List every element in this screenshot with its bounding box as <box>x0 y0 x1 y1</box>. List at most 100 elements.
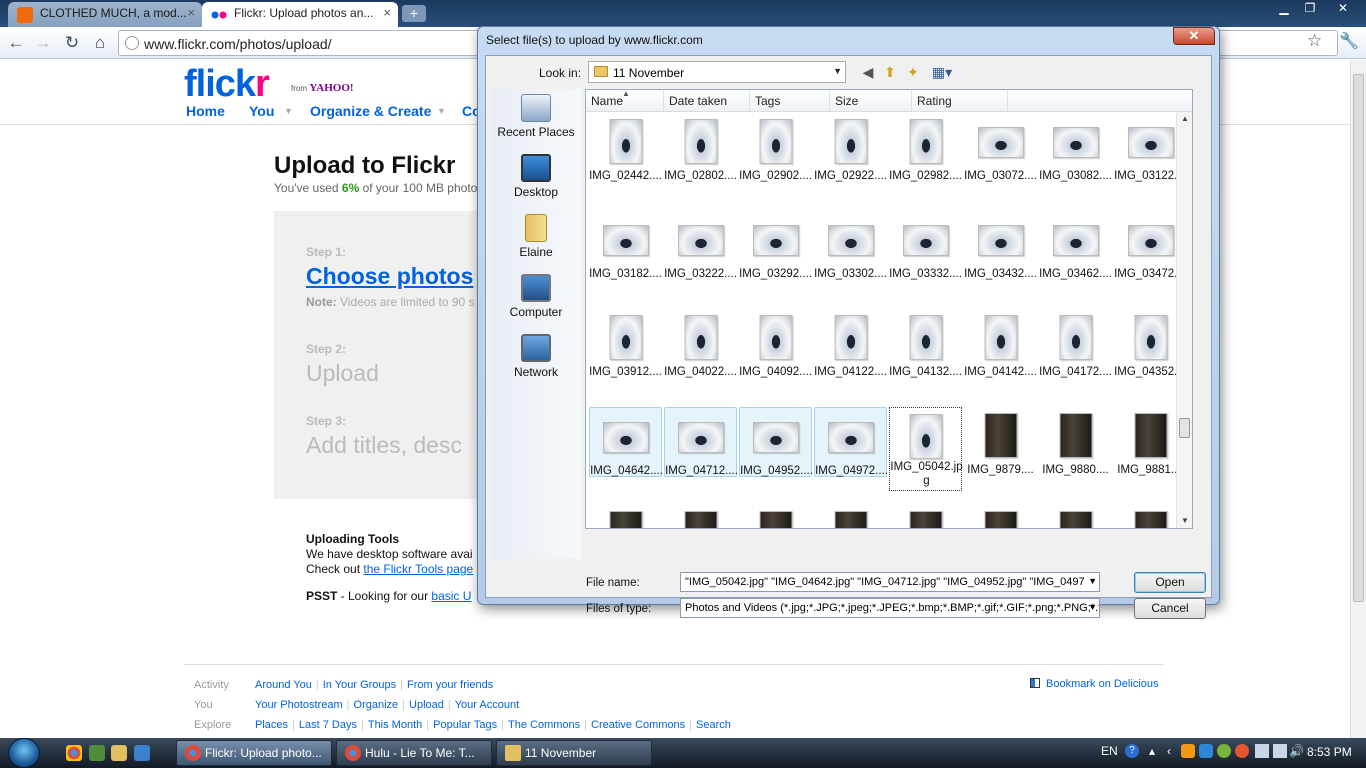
taskbar-11-november-window[interactable]: 11 November <box>496 740 652 766</box>
place-computer[interactable]: Computer <box>491 274 581 319</box>
footer-link[interactable]: Search <box>696 719 731 731</box>
place-recent-places[interactable]: Recent Places <box>491 94 581 139</box>
new-tab-button[interactable]: + <box>402 5 426 22</box>
place-network[interactable]: Network <box>491 334 581 379</box>
place-desktop[interactable]: Desktop <box>491 154 581 199</box>
file-thumbnail[interactable]: IMG_04132.... <box>889 309 962 379</box>
file-thumbnail[interactable]: IMG_04172.... <box>1039 309 1112 379</box>
maximize-button[interactable]: ❐ <box>1297 0 1323 18</box>
file-thumbnail[interactable]: IMG_03332.... <box>889 211 962 281</box>
footer-link[interactable]: Places <box>255 719 288 731</box>
file-thumbnail[interactable] <box>964 505 1037 528</box>
tab-close-icon[interactable]: × <box>187 5 195 20</box>
reload-icon[interactable]: ↻ <box>61 33 83 53</box>
footer-link[interactable]: Your Account <box>455 699 519 711</box>
column-size[interactable]: Size <box>830 90 912 112</box>
file-thumbnail[interactable]: IMG_03432.... <box>964 211 1037 281</box>
chevron-left-icon[interactable]: ‹ <box>1167 744 1171 758</box>
file-thumbnail[interactable] <box>1039 505 1112 528</box>
scroll-down-icon[interactable]: ▼ <box>1181 516 1189 525</box>
up-folder-icon[interactable]: ⬆ <box>881 63 899 81</box>
window-close-button[interactable]: ✕ <box>1328 0 1358 18</box>
bookmark-star-icon[interactable]: ☆ <box>1307 31 1322 51</box>
file-type-select[interactable]: Photos and Videos (*.jpg;*.JPG;*.jpeg;*.… <box>680 598 1100 618</box>
language-indicator[interactable]: EN <box>1101 744 1118 758</box>
footer-link[interactable]: Your Photostream <box>255 699 343 711</box>
file-thumbnail[interactable]: IMG_04022.... <box>664 309 737 379</box>
tray-status-icon[interactable] <box>1217 744 1231 758</box>
footer-link[interactable]: Creative Commons <box>591 719 685 731</box>
nav-you[interactable]: You <box>249 103 274 119</box>
dialog-close-button[interactable]: ✕ <box>1173 27 1215 45</box>
file-name-input[interactable]: "IMG_05042.jpg" "IMG_04642.jpg" "IMG_047… <box>680 572 1100 592</box>
page-scrollbar[interactable] <box>1350 60 1366 738</box>
tray-notification-icon[interactable] <box>1235 744 1249 758</box>
dropbox-icon[interactable] <box>1199 744 1213 758</box>
file-thumbnail[interactable]: IMG_03292.... <box>739 211 812 281</box>
file-thumbnail[interactable]: IMG_04712.... <box>664 407 738 477</box>
browser-tab-clothed-much[interactable]: CLOTHED MUCH, a mod... × <box>8 2 202 27</box>
file-thumbnail[interactable] <box>889 505 962 528</box>
view-menu-icon[interactable]: ▦▾ <box>929 63 955 81</box>
show-desktop-icon[interactable] <box>89 745 105 761</box>
back-icon[interactable]: ◀ <box>859 63 877 81</box>
choose-photos-link[interactable]: Choose photos <box>306 263 473 290</box>
cancel-button[interactable]: Cancel <box>1134 598 1206 619</box>
flickr-tools-link[interactable]: the Flickr Tools page <box>363 562 473 576</box>
volume-icon[interactable]: 🔊 <box>1289 744 1304 758</box>
file-thumbnail[interactable]: IMG_04972.... <box>814 407 888 477</box>
forward-arrow-icon[interactable]: → <box>32 33 54 53</box>
file-thumbnail[interactable]: IMG_03462.... <box>1039 211 1112 281</box>
page-scrollbar-thumb[interactable] <box>1353 74 1364 602</box>
taskbar-flickr-window[interactable]: Flickr: Upload photo... <box>176 740 332 766</box>
taskbar-hulu-window[interactable]: Hulu - Lie To Me: T... <box>336 740 492 766</box>
file-thumbnail[interactable]: IMG_03302.... <box>814 211 887 281</box>
file-thumbnail[interactable]: IMG_02922.... <box>814 113 887 183</box>
tray-arrow-icon[interactable]: ▴ <box>1149 744 1155 758</box>
file-thumbnail[interactable]: IMG_02982.... <box>889 113 962 183</box>
browser-tab-flickr[interactable]: Flickr: Upload photos an... × <box>202 2 398 27</box>
file-list-scrollbar-thumb[interactable] <box>1179 418 1190 438</box>
file-thumbnail[interactable]: IMG_9880.... <box>1039 407 1112 477</box>
help-icon[interactable]: ? <box>1125 744 1139 758</box>
switch-windows-icon[interactable] <box>134 745 150 761</box>
file-thumbnail[interactable] <box>664 505 737 528</box>
footer-link[interactable]: Last 7 Days <box>299 719 357 731</box>
file-thumbnail[interactable]: IMG_04092.... <box>739 309 812 379</box>
footer-link[interactable]: Popular Tags <box>433 719 497 731</box>
footer-link[interactable]: Around You <box>255 679 312 691</box>
look-in-dropdown[interactable]: 11 November ▼ <box>588 61 846 83</box>
footer-link[interactable]: This Month <box>368 719 422 731</box>
footer-link[interactable]: Upload <box>409 699 444 711</box>
file-thumbnail[interactable] <box>739 505 812 528</box>
footer-link[interactable]: The Commons <box>508 719 580 731</box>
chevron-down-icon[interactable]: ▼ <box>1088 576 1097 586</box>
file-thumbnail[interactable]: IMG_04142.... <box>964 309 1037 379</box>
file-thumbnail[interactable]: IMG_03072.... <box>964 113 1037 183</box>
wrench-menu-icon[interactable]: 🔧 <box>1339 31 1359 51</box>
start-button[interactable] <box>8 738 40 768</box>
column-tags[interactable]: Tags <box>750 90 830 112</box>
open-button[interactable]: Open <box>1134 572 1206 593</box>
nav-organize-create[interactable]: Organize & Create <box>310 103 431 119</box>
clock[interactable]: 8:53 PM <box>1307 745 1352 759</box>
footer-link[interactable]: Organize <box>354 699 399 711</box>
column-name[interactable]: ▲ Name <box>586 90 664 112</box>
nav-organize-dropdown-icon[interactable]: ▼ <box>437 106 446 116</box>
basic-uploader-link[interactable]: basic U <box>431 589 471 603</box>
file-thumbnail[interactable]: IMG_03222.... <box>664 211 737 281</box>
minimize-button[interactable]: ▁ <box>1271 0 1297 18</box>
file-thumbnail[interactable]: IMG_02442.... <box>589 113 662 183</box>
file-thumbnail[interactable]: IMG_9879.... <box>964 407 1037 477</box>
nav-you-dropdown-icon[interactable]: ▼ <box>284 106 293 116</box>
tray-app-icon[interactable] <box>1181 744 1195 758</box>
file-thumbnail[interactable] <box>589 505 662 528</box>
footer-link[interactable]: From your friends <box>407 679 493 691</box>
new-folder-icon[interactable]: ✦ <box>904 63 922 81</box>
footer-link[interactable]: In Your Groups <box>323 679 396 691</box>
file-thumbnail[interactable]: IMG_02802.... <box>664 113 737 183</box>
explorer-quicklaunch-icon[interactable] <box>111 745 127 761</box>
place-elaine[interactable]: Elaine <box>491 214 581 259</box>
file-thumbnail[interactable] <box>814 505 887 528</box>
file-thumbnail[interactable]: IMG_05042.jpg <box>889 407 963 491</box>
